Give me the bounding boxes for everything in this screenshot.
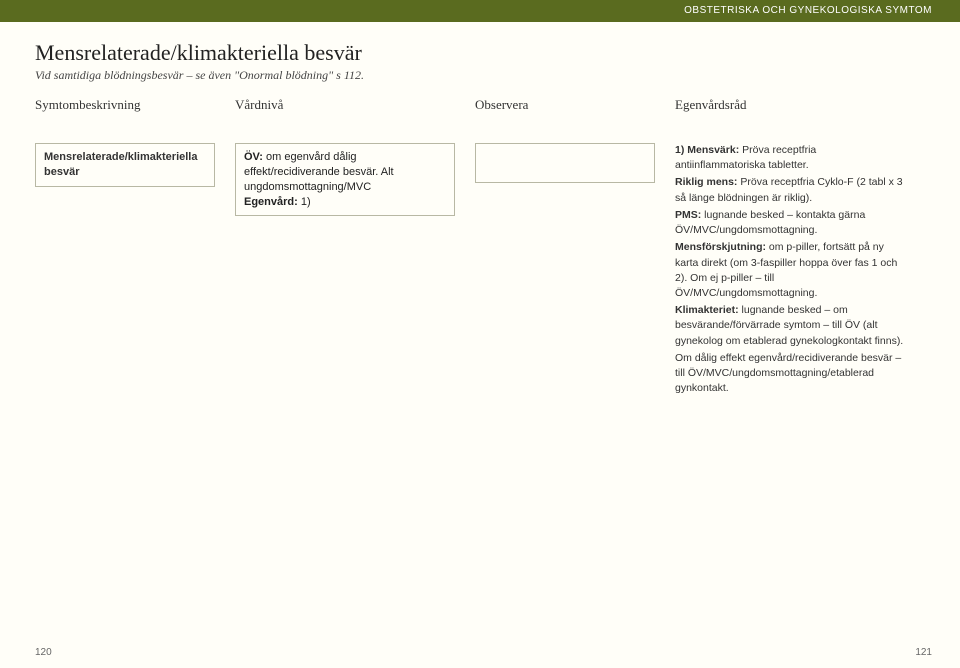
column-header-row: Symtombeskrivning Vårdnivå Observera Ege… xyxy=(0,97,960,123)
symptom-cell: Mensrelaterade/klimakteriella besvär xyxy=(35,143,215,187)
col-header-advice: Egenvårdsråd xyxy=(675,97,905,113)
advice-column: 1) Mensvärk: Pröva receptfria antiinflam… xyxy=(675,143,905,399)
chapter-header: OBSTETRISKA OCH GYNEKOLOGISKA SYMTOM xyxy=(0,0,960,22)
care-label-ov: ÖV: xyxy=(244,151,263,163)
page-number-left: 120 xyxy=(35,647,52,658)
advice-klimakteriet: Klimakteriet: lugnande besked – om besvä… xyxy=(675,303,905,349)
page-number-right: 121 xyxy=(915,647,932,658)
advice-mensforskjutning: Mensförskjutning: om p-piller, fortsätt … xyxy=(675,240,905,301)
care-level-cell: ÖV: om egenvård dålig effekt/recidiveran… xyxy=(235,143,455,216)
col-header-symptom: Symtombeskrivning xyxy=(35,97,215,123)
advice-dalig-effekt: Om dålig effekt egenvård/recidiverande b… xyxy=(675,351,905,397)
col-header-care: Vårdnivå xyxy=(235,97,455,123)
title-block: Mensrelaterade/klimakteriella besvär Vid… xyxy=(0,22,960,83)
col-header-observe: Observera xyxy=(475,97,655,123)
observe-cell xyxy=(475,143,655,183)
care-label-egenvard: Egenvård: xyxy=(244,196,298,208)
advice-pms: PMS: lugnande besked – kontakta gärna ÖV… xyxy=(675,208,905,238)
content-row: Mensrelaterade/klimakteriella besvär ÖV:… xyxy=(0,123,960,399)
page-subtitle: Vid samtidiga blödningsbesvär – se även … xyxy=(35,68,940,83)
advice-riklig-mens: Riklig mens: Pröva receptfria Cyklo-F (2… xyxy=(675,175,905,205)
care-text-egenvard: 1) xyxy=(298,196,311,208)
chapter-title: OBSTETRISKA OCH GYNEKOLOGISKA SYMTOM xyxy=(684,5,932,16)
page-title: Mensrelaterade/klimakteriella besvär xyxy=(35,40,940,66)
care-text-ov: om egenvård dålig effekt/recidiverande b… xyxy=(244,151,394,193)
advice-mensvark: 1) Mensvärk: Pröva receptfria antiinflam… xyxy=(675,143,905,173)
